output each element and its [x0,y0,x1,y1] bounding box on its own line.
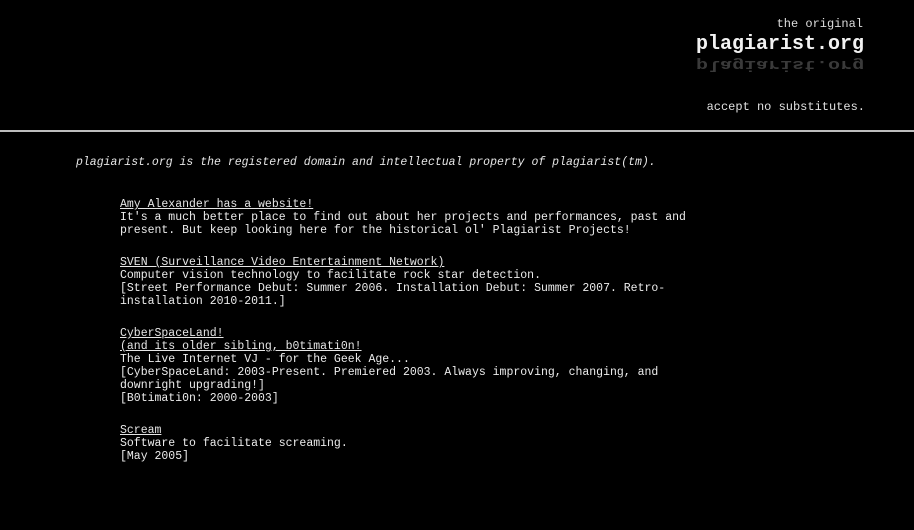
header-divider [0,130,914,132]
entry-description: It's a much better place to find out abo… [120,211,686,224]
project-entry-cyberspaceland: CyberSpaceLand! (and its older sibling, … [120,327,840,405]
cyberspaceland-link[interactable]: CyberSpaceLand! [120,327,840,340]
entry-dates: installation 2010-2011.] [120,295,286,308]
scream-link[interactable]: Scream [120,424,840,437]
project-entry-scream: Scream Software to facilitate screaming.… [120,424,840,463]
entry-description: Software to facilitate screaming. [120,437,348,450]
entry-dates: [May 2005] [120,450,190,463]
project-entry-sven: SVEN (Surveillance Video Entertainment N… [120,256,840,308]
project-entry-amy: Amy Alexander has a website! It's a much… [120,198,840,237]
amy-alexander-link[interactable]: Amy Alexander has a website! [120,198,840,211]
project-list: Amy Alexander has a website! It's a much… [120,198,840,482]
entry-dates: [B0timati0n: 2000-2003] [120,392,279,405]
site-logo[interactable]: plagiarist.org [696,33,864,56]
site-header: the original plagiarist.org plagiarist.o… [0,6,914,130]
page: the original plagiarist.org plagiarist.o… [0,0,914,530]
intro-text: plagiarist.org is the registered domain … [76,156,656,169]
botimation-link[interactable]: (and its older sibling, b0timati0n! [120,340,840,353]
entry-dates: [Street Performance Debut: Summer 2006. … [120,282,666,295]
entry-dates: downright upgrading!] [120,379,265,392]
entry-dates: [CyberSpaceLand: 2003-Present. Premiered… [120,366,659,379]
header-tagline: the original [776,17,863,31]
site-logo-reflection: plagiarist.org [695,55,864,73]
entry-description: The Live Internet VJ - for the Geek Age.… [120,353,410,366]
entry-description: present. But keep looking here for the h… [120,224,631,237]
sven-link[interactable]: SVEN (Surveillance Video Entertainment N… [120,256,840,269]
header-slogan: accept no substitutes. [706,100,865,114]
entry-description: Computer vision technology to facilitate… [120,269,541,282]
